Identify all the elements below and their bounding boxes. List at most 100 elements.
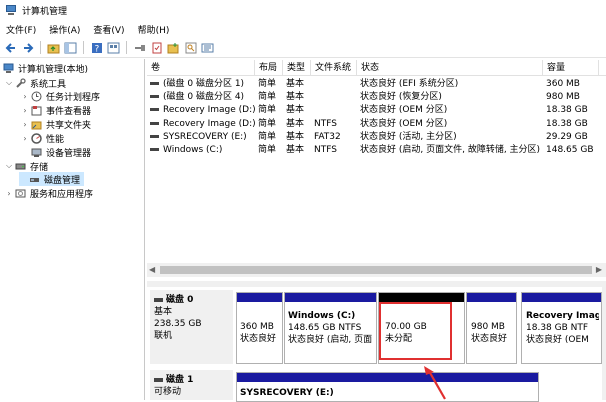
disk1-partition-sysrecovery[interactable]: SYSRECOVERY (E:) xyxy=(236,372,539,402)
vertical-scrollbar[interactable] xyxy=(602,287,606,400)
disk1-label[interactable]: 磁盘 1 可移动 xyxy=(150,370,233,400)
disk0-size: 238.35 GB xyxy=(154,319,202,329)
cell-type: 基本 xyxy=(283,131,311,144)
cell-fs xyxy=(311,104,357,117)
cell-text: SYSRECOVERY (E:) xyxy=(163,131,247,142)
tree-item-disk-management[interactable]: 磁盘管理 xyxy=(19,172,85,186)
tree-item-event-viewer[interactable]: › 事件查看器 xyxy=(21,103,91,117)
partition-status: 状态良好 xyxy=(471,334,508,344)
view-icon[interactable] xyxy=(201,41,214,54)
cell-fs: NTFS xyxy=(311,144,357,157)
cell-text: 简单 xyxy=(258,118,277,129)
col-header-fs[interactable]: 文件系统 xyxy=(311,60,357,76)
cell-text: 状态良好 (EFI 系统分区) xyxy=(360,79,459,89)
disk-icon xyxy=(154,298,163,302)
tree-item-shared-folders[interactable]: › 共享文件夹 xyxy=(21,117,91,131)
menu-help[interactable]: 帮助(H) xyxy=(138,23,170,36)
cell-vol: SYSRECOVERY (E:) xyxy=(147,131,255,144)
disk0-partition-efi[interactable]: 360 MB 状态良好 xyxy=(236,292,283,364)
col-header-status[interactable]: 状态 xyxy=(357,60,543,76)
disk0-partition-windows[interactable]: Windows (C:) 148.65 GB NTFS 状态良好 (启动, 页面 xyxy=(284,292,377,364)
disk0-label[interactable]: 磁盘 0 基本 238.35 GB 联机 xyxy=(150,290,233,364)
cell-layout: 简单 xyxy=(255,144,283,157)
partition-name: SYSRECOVERY (E:) xyxy=(240,388,334,398)
chevron-right-icon[interactable]: › xyxy=(21,134,29,143)
cell-vol: Recovery Image (D:) xyxy=(147,118,255,131)
disk1-name: 磁盘 1 xyxy=(166,375,194,385)
table-row[interactable]: Windows (C:) 简单 基本 NTFS 状态良好 (启动, 页面文件, 故障转储… xyxy=(147,144,606,157)
folder-up-icon[interactable] xyxy=(47,41,60,54)
cell-text: 基本 xyxy=(286,79,305,89)
tree-item-storage[interactable]: ⌵ 存储 xyxy=(5,159,48,173)
volume-icon xyxy=(150,121,159,125)
connect-icon[interactable] xyxy=(133,41,146,54)
table-row[interactable]: Recovery Image (D:) 简单 基本 状态良好 (OEM 分区) 18.3… xyxy=(147,104,606,117)
forward-icon[interactable] xyxy=(21,41,34,54)
toolbar: ? xyxy=(0,38,606,58)
cell-status: 状态良好 (活动, 主分区) xyxy=(357,131,543,144)
scroll-right-icon[interactable]: ▶ xyxy=(596,265,602,274)
back-icon[interactable] xyxy=(4,41,17,54)
tree-item-system-tools[interactable]: ⌵ 系统工具 xyxy=(5,76,66,90)
tree-item-device-manager[interactable]: 设备管理器 xyxy=(31,145,91,159)
menu-action[interactable]: 操作(A) xyxy=(49,23,80,36)
console-icon[interactable] xyxy=(64,41,77,54)
red-arrow xyxy=(424,366,446,400)
scrollbar-thumb[interactable] xyxy=(160,266,592,274)
partition-status: 状态良好 xyxy=(240,334,277,344)
folder-icon[interactable] xyxy=(167,41,180,54)
cell-text: 简单 xyxy=(258,145,277,155)
cell-text: FAT32 xyxy=(314,131,341,142)
cell-text: 18.38 GB xyxy=(546,118,588,129)
horizontal-scrollbar[interactable]: ◀ ▶ xyxy=(147,263,606,277)
cell-text: 状态良好 (启动, 页面文件, 故障转储, 主分区) xyxy=(360,145,541,155)
table-row[interactable]: Recovery Image (D:) 简单 基本 NTFS 状态良好 (OEM 分区)… xyxy=(147,118,606,131)
cell-text: 148.65 GB xyxy=(546,145,594,155)
tree-label-system-tools: 系统工具 xyxy=(30,79,67,90)
tree-label-root: 计算机管理(本地) xyxy=(18,64,89,75)
tree-label-task-scheduler: 任务计划程序 xyxy=(46,92,101,103)
partition-size: 18.38 GB NTF xyxy=(526,323,589,333)
menu-file[interactable]: 文件(F) xyxy=(6,23,36,36)
chevron-right-icon[interactable]: › xyxy=(5,189,13,198)
tree-item-performance[interactable]: › 性能 xyxy=(21,131,64,145)
disk0-partition-recovery[interactable]: 980 MB 状态良好 xyxy=(466,292,517,364)
partition-name: Recovery Imag xyxy=(526,311,599,321)
tree-item-root[interactable]: 计算机管理(本地) xyxy=(3,61,88,75)
tree-label-disk-management: 磁盘管理 xyxy=(44,175,81,186)
disk0-partition-oem[interactable]: Recovery Imag 18.38 GB NTF 状态良好 (OEM xyxy=(521,292,602,364)
table-row[interactable]: (磁盘 0 磁盘分区 1) 简单 基本 状态良好 (EFI 系统分区) 360 MB xyxy=(147,78,606,91)
col-header-type[interactable]: 类型 xyxy=(283,60,311,76)
cell-vol: Recovery Image (D:) xyxy=(147,104,255,117)
disk-icon xyxy=(154,378,163,382)
help-icon[interactable]: ? xyxy=(90,41,103,54)
cell-text: Recovery Image (D:) xyxy=(163,118,255,129)
chevron-right-icon[interactable]: › xyxy=(21,106,29,115)
chevron-down-icon[interactable]: ⌵ xyxy=(5,78,13,88)
col-header-capacity[interactable]: 容量 xyxy=(543,60,599,76)
properties-icon[interactable] xyxy=(107,41,120,54)
table-row[interactable]: SYSRECOVERY (E:) 简单 基本 FAT32 状态良好 (活动, 主分区) 2… xyxy=(147,131,606,144)
chevron-right-icon[interactable]: › xyxy=(21,120,29,129)
col-header-layout[interactable]: 布局 xyxy=(255,60,283,76)
storage-icon xyxy=(15,161,26,172)
volume-list: 卷 布局 类型 文件系统 状态 容量 (磁盘 0 磁盘分区 1) 简单 基本 状态良好… xyxy=(147,60,606,286)
volume-icon xyxy=(150,148,159,151)
cell-text: 360 MB xyxy=(546,79,580,89)
table-row[interactable]: (磁盘 0 磁盘分区 4) 简单 基本 状态良好 (恢复分区) 980 MB xyxy=(147,91,606,104)
cell-layout: 简单 xyxy=(255,91,283,104)
scroll-left-icon[interactable]: ◀ xyxy=(149,265,155,274)
performance-icon xyxy=(31,132,42,144)
chevron-right-icon[interactable]: › xyxy=(21,92,29,101)
tree-item-services-apps[interactable]: › 服务和应用程序 xyxy=(5,186,93,200)
col-header-volume[interactable]: 卷 xyxy=(147,60,255,76)
checklist-icon[interactable] xyxy=(150,41,163,54)
search-icon[interactable] xyxy=(184,41,197,54)
cell-fs xyxy=(311,78,357,91)
cell-cap: 148.65 GB xyxy=(543,144,603,157)
menu-view[interactable]: 查看(V) xyxy=(93,23,124,36)
chevron-down-icon[interactable]: ⌵ xyxy=(5,161,13,171)
tree-item-task-scheduler[interactable]: › 任务计划程序 xyxy=(21,89,100,103)
window-title: 计算机管理 xyxy=(22,6,68,17)
partition-status: 状态良好 (启动, 页面 xyxy=(288,335,373,345)
